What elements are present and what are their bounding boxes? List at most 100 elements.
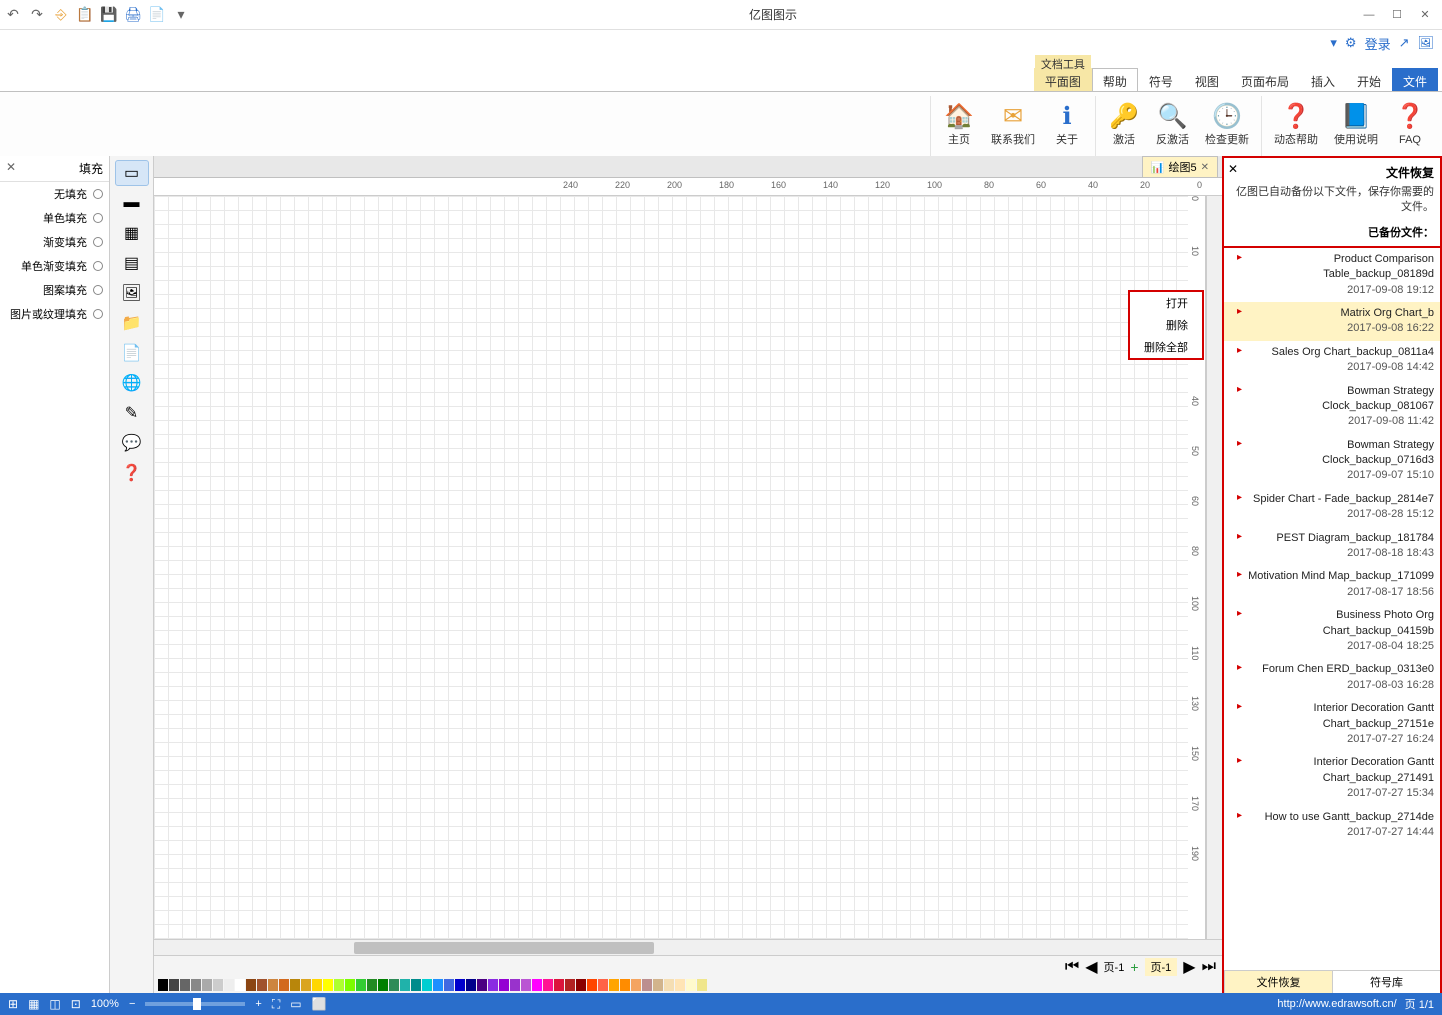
color-swatch[interactable] (257, 979, 267, 991)
fill-option-1[interactable]: 单色填充 (0, 206, 109, 230)
ribbon-tab-3[interactable]: 页面布局 (1230, 68, 1300, 91)
color-swatch[interactable] (378, 979, 388, 991)
link-icon[interactable]: ↗ (1399, 35, 1410, 51)
color-swatch[interactable] (477, 979, 487, 991)
palette-tool-9[interactable]: 💬 (115, 430, 149, 456)
titlebar-icon-5[interactable]: 🖨 (124, 6, 142, 24)
ribbon-button-1-1[interactable]: 🔍反激活 (1150, 96, 1195, 151)
scrollbar-vertical[interactable] (1206, 196, 1222, 939)
close-button[interactable]: ✕ (1412, 4, 1438, 26)
fullscreen-icon[interactable]: ⬜ (312, 997, 327, 1011)
color-swatch[interactable] (389, 979, 399, 991)
recovery-item[interactable]: ▸Motivation Mind Map_backup_1710992017-0… (1224, 565, 1440, 604)
color-swatch[interactable] (422, 979, 432, 991)
minimize-button[interactable]: — (1356, 4, 1382, 26)
color-swatch[interactable] (510, 979, 520, 991)
recovery-item[interactable]: ▸Bowman Strategy Clock_backup_0716d32017… (1224, 434, 1440, 488)
zoom-slider[interactable] (145, 1002, 245, 1006)
color-swatch[interactable] (290, 979, 300, 991)
ribbon-tab-0[interactable]: 文件 (1392, 68, 1438, 91)
doc-tab-close-icon[interactable]: ✕ (1201, 162, 1209, 173)
fill-option-5[interactable]: 图片或纹理填充 (0, 302, 109, 326)
color-swatch[interactable] (642, 979, 652, 991)
recovery-item[interactable]: ▸Bowman Strategy Clock_backup_0810672017… (1224, 380, 1440, 434)
color-swatch[interactable] (587, 979, 597, 991)
fill-option-4[interactable]: 图案填充 (0, 278, 109, 302)
color-swatch[interactable] (356, 979, 366, 991)
scrollbar-horizontal[interactable] (154, 939, 1222, 955)
recovery-item[interactable]: ▸PEST Diagram_backup_1817842017-08-18 18… (1224, 527, 1440, 566)
ribbon-button-1-2[interactable]: 🕒检查更新 (1199, 96, 1255, 151)
titlebar-icon-2[interactable]: ⎆ (52, 6, 70, 24)
login-link[interactable]: 登录 (1365, 34, 1391, 53)
recovery-item[interactable]: ▸How to use Gantt_backup_2714de2017-07-2… (1224, 806, 1440, 845)
recovery-item[interactable]: ▸Product Comparison Table_backup_08189d2… (1224, 248, 1440, 302)
palette-tool-3[interactable]: ▤ (115, 250, 149, 276)
ribbon-button-0-0[interactable]: ❓动态帮助 (1268, 96, 1324, 151)
fit-page-icon[interactable]: ⛶ (272, 997, 280, 1012)
palette-tool-7[interactable]: 🌐 (115, 370, 149, 396)
palette-tool-8[interactable]: ✎ (115, 400, 149, 426)
fill-option-2[interactable]: 渐变填充 (0, 230, 109, 254)
palette-tool-5[interactable]: 📁 (115, 310, 149, 336)
titlebar-icon-3[interactable]: 📋 (76, 6, 94, 24)
color-swatch[interactable] (576, 979, 586, 991)
color-swatch[interactable] (213, 979, 223, 991)
context-menu-item-1[interactable]: 删除 (1130, 314, 1202, 336)
color-swatch[interactable] (488, 979, 498, 991)
color-swatch[interactable] (279, 979, 289, 991)
titlebar-icon-0[interactable]: ↶ (4, 6, 22, 24)
color-swatch[interactable] (565, 979, 575, 991)
image-icon[interactable]: 🖼 (1417, 35, 1434, 51)
snap-icon[interactable]: ◫ (49, 997, 60, 1011)
context-menu-item-0[interactable]: 打开 (1130, 292, 1202, 314)
grid-view-icon[interactable]: ⊞ (8, 997, 18, 1011)
color-swatch[interactable] (246, 979, 256, 991)
zoom-thumb[interactable] (193, 998, 201, 1010)
fill-option-0[interactable]: 无填充 (0, 182, 109, 206)
titlebar-icon-6[interactable]: 📄 (148, 6, 166, 24)
color-swatch[interactable] (400, 979, 410, 991)
recovery-item[interactable]: ▸Interior Decoration Gantt Chart_backup_… (1224, 697, 1440, 751)
ribbon-button-2-1[interactable]: ✉联系我们 (985, 96, 1041, 151)
ribbon-button-2-2[interactable]: ℹ关于 (1045, 96, 1089, 151)
color-swatch[interactable] (191, 979, 201, 991)
color-swatch[interactable] (697, 979, 707, 991)
recovery-item[interactable]: ▸Spider Chart - Fade_backup_2814e72017-0… (1224, 488, 1440, 527)
color-swatch[interactable] (367, 979, 377, 991)
color-swatch[interactable] (202, 979, 212, 991)
color-swatch[interactable] (444, 979, 454, 991)
maximize-button[interactable]: ☐ (1384, 4, 1410, 26)
settings-icon[interactable]: ⚙ (1345, 35, 1357, 51)
color-swatch[interactable] (180, 979, 190, 991)
ribbon-button-2-0[interactable]: 🏠主页 (937, 96, 981, 151)
fill-option-3[interactable]: 单色渐变填充 (0, 254, 109, 278)
recovery-item[interactable]: ▸Interior Decoration Gantt Chart_backup_… (1224, 751, 1440, 805)
ruler-icon[interactable]: ▦ (28, 997, 39, 1011)
zoom-out-button[interactable]: − (129, 998, 135, 1010)
color-swatch[interactable] (598, 979, 608, 991)
color-swatch[interactable] (631, 979, 641, 991)
page-nav-prev-icon[interactable]: ◀ (1085, 957, 1097, 977)
recovery-item[interactable]: ▸Forum Chen ERD_backup_0313e02017-08-03 … (1224, 658, 1440, 697)
color-swatch[interactable] (235, 979, 245, 991)
recovery-item[interactable]: ▸Business Photo Org Chart_backup_04159b2… (1224, 604, 1440, 658)
page-tab-dup[interactable]: 页-1 (1104, 959, 1125, 975)
recovery-item[interactable]: ▸Matrix Org Chart_b2017-09-08 16:22 (1224, 302, 1440, 341)
color-swatch[interactable] (334, 979, 344, 991)
ribbon-tab-2[interactable]: 插入 (1300, 68, 1346, 91)
titlebar-icon-1[interactable]: ↷ (28, 6, 46, 24)
color-swatch[interactable] (323, 979, 333, 991)
color-swatch[interactable] (466, 979, 476, 991)
color-swatch[interactable] (521, 979, 531, 991)
page-mode-icon[interactable]: ▭ (290, 997, 301, 1011)
add-page-button[interactable]: + (1130, 959, 1138, 975)
ribbon-button-0-1[interactable]: 📘使用说明 (1328, 96, 1384, 151)
scrollbar-thumb[interactable] (354, 942, 654, 954)
document-tab[interactable]: 📊 绘图5 ✕ (1142, 156, 1218, 177)
fill-panel-close-icon[interactable]: ✕ (6, 160, 16, 177)
page-tab[interactable]: 页-1 (1145, 958, 1178, 976)
qab-dropdown-icon[interactable]: ▾ (1330, 35, 1337, 51)
guides-icon[interactable]: ⊡ (71, 997, 81, 1011)
titlebar-icon-4[interactable]: 💾 (100, 6, 118, 24)
